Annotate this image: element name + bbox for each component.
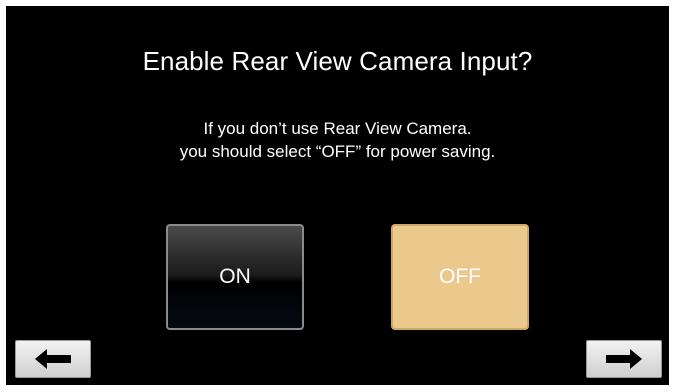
arrow-left-icon — [35, 349, 71, 369]
on-button-label: ON — [219, 265, 251, 288]
dialog-title: Enable Rear View Camera Input? — [142, 46, 533, 76]
on-button[interactable]: ON — [166, 224, 304, 330]
off-button-label: OFF — [439, 265, 481, 288]
back-button[interactable] — [15, 340, 91, 378]
message-line-2: you should select “OFF” for power saving… — [179, 142, 496, 161]
off-button[interactable]: OFF — [391, 224, 529, 330]
next-button[interactable] — [586, 340, 662, 378]
dialog-message: If you don’t use Rear View Camera. you s… — [6, 117, 669, 163]
setup-screen: Enable Rear View Camera Input? If you do… — [6, 6, 669, 385]
arrow-right-icon — [606, 349, 642, 369]
message-line-1: If you don’t use Rear View Camera. — [203, 119, 472, 138]
